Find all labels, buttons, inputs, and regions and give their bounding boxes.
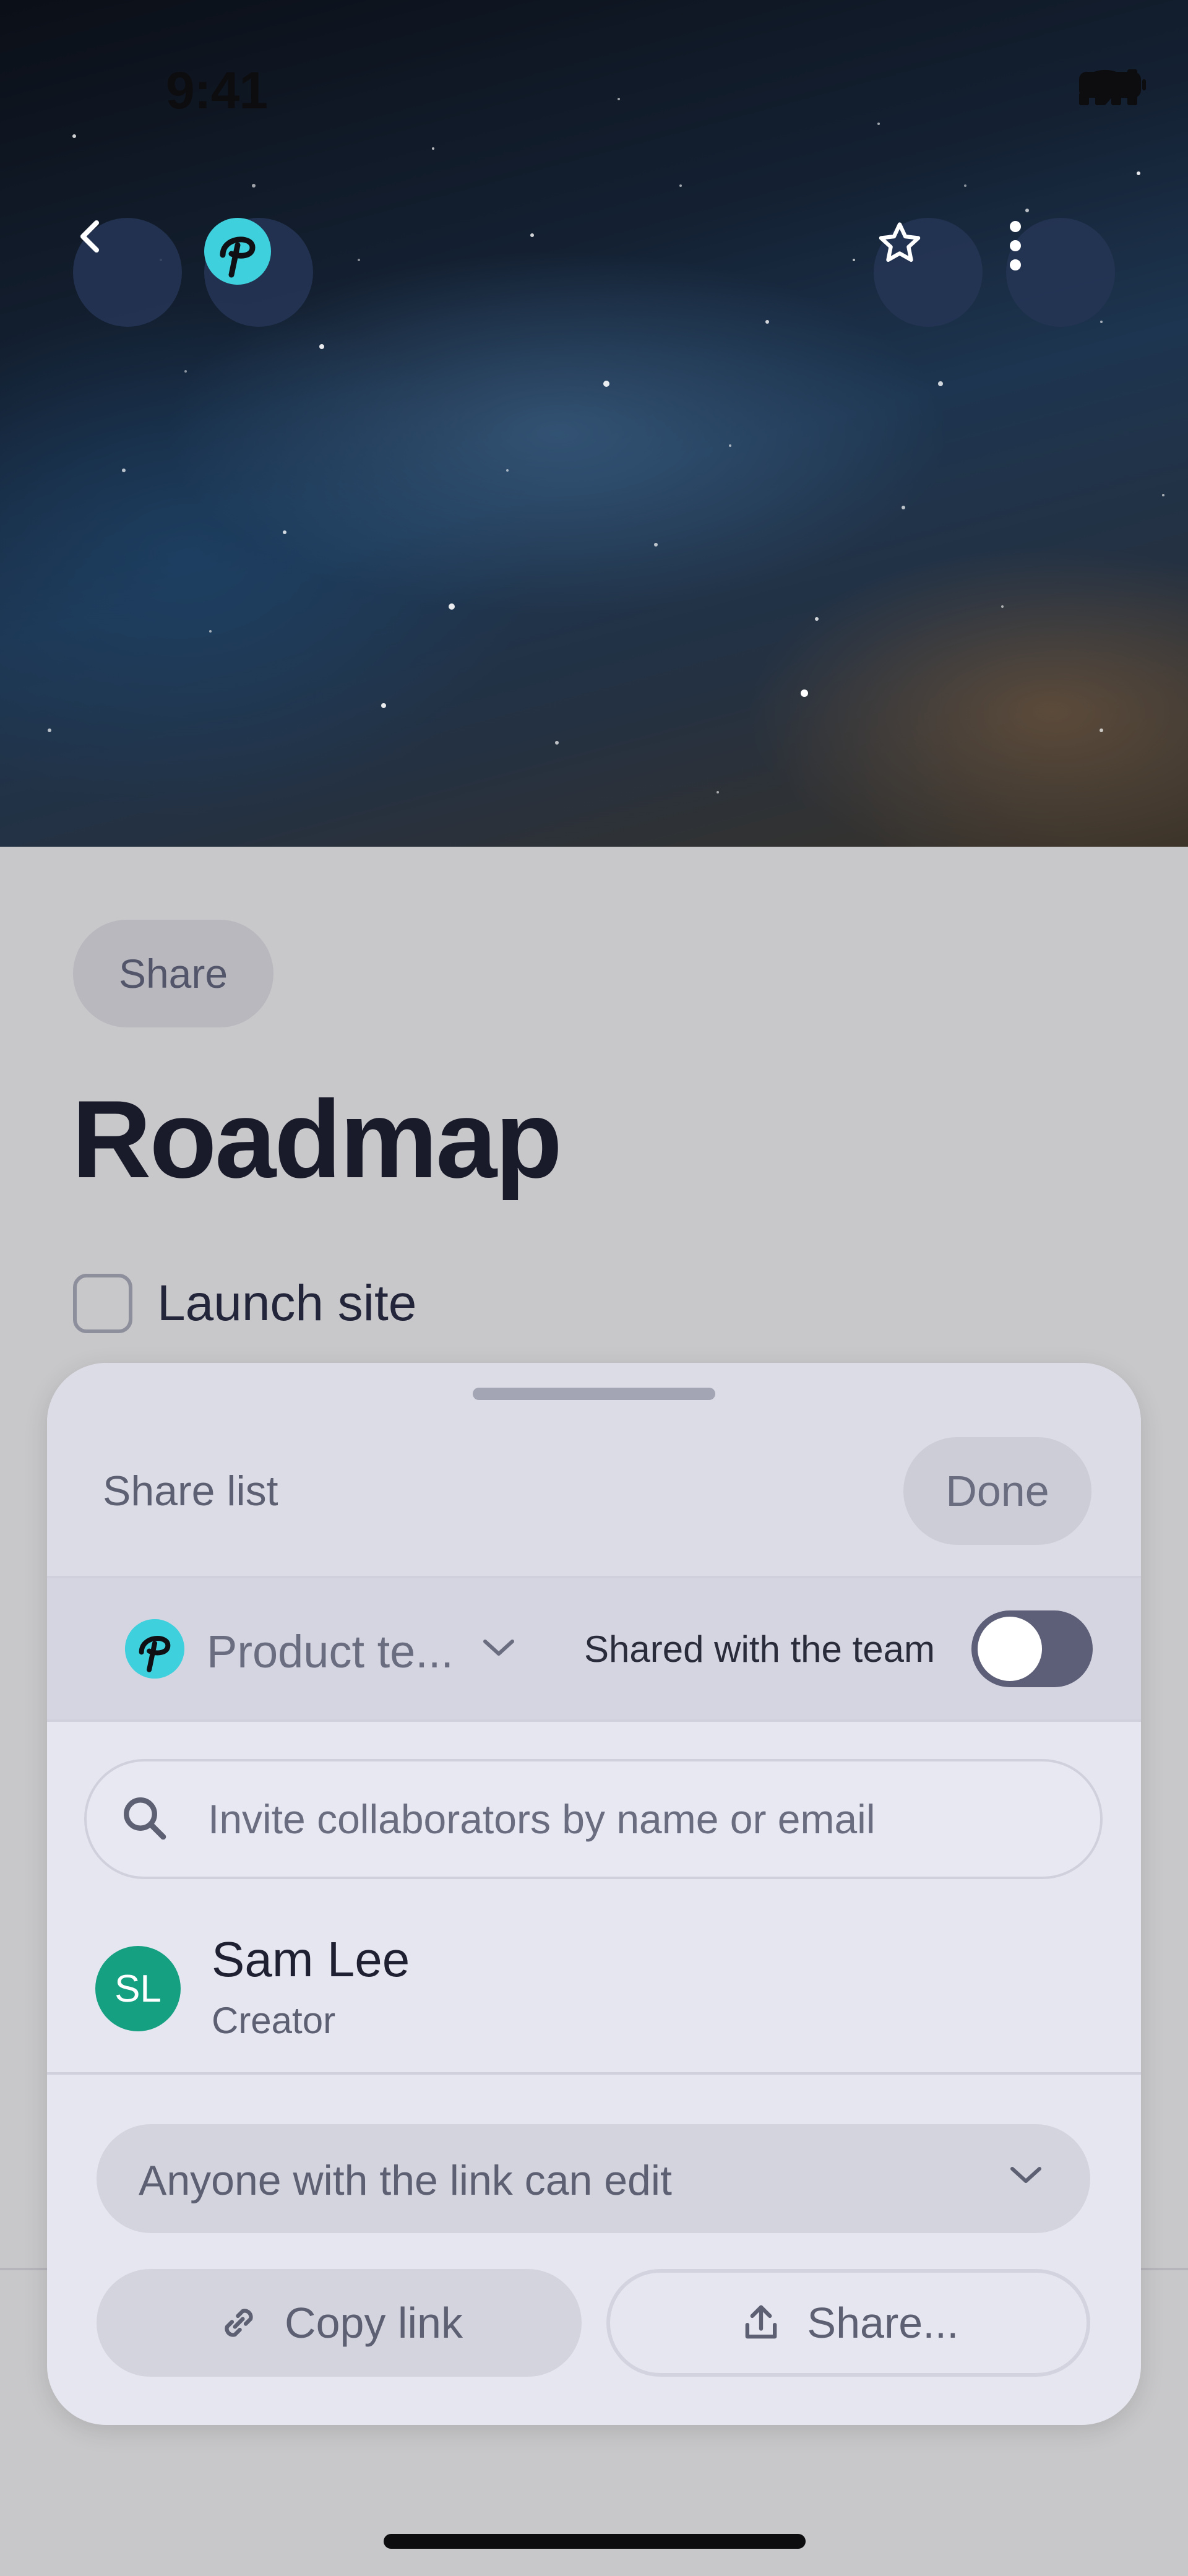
more-vertical-icon bbox=[1010, 221, 1021, 270]
chevron-down-icon bbox=[1010, 2167, 1041, 2183]
shared-with-team-label: Shared with the team bbox=[584, 1628, 935, 1670]
link-access-select[interactable]: Anyone with the link can edit bbox=[97, 2124, 1090, 2233]
copy-link-label: Copy link bbox=[285, 2299, 463, 2347]
chevron-left-icon bbox=[80, 220, 99, 253]
collaborator-name: Sam Lee bbox=[212, 1932, 410, 1987]
battery-icon bbox=[1079, 72, 1146, 98]
avatar: SL bbox=[95, 1946, 181, 2031]
status-time: 9:41 bbox=[166, 61, 268, 119]
app-logo-icon bbox=[204, 218, 271, 285]
search-icon bbox=[124, 1797, 166, 1840]
invite-search-field[interactable] bbox=[84, 1759, 1103, 1879]
share-button[interactable]: Share... bbox=[606, 2269, 1090, 2377]
toggle-knob bbox=[978, 1617, 1042, 1681]
favorite-button[interactable] bbox=[874, 218, 983, 327]
invite-search-input[interactable] bbox=[208, 1761, 1074, 1877]
team-row: Product te... Shared with the team bbox=[47, 1578, 1141, 1722]
share-label: Share... bbox=[807, 2299, 959, 2347]
shared-with-team-toggle[interactable] bbox=[971, 1610, 1093, 1687]
link-icon bbox=[225, 2309, 253, 2337]
starfield bbox=[48, 98, 1164, 793]
team-selector[interactable]: Product te... bbox=[207, 1625, 454, 1678]
collaborator-role: Creator bbox=[212, 2000, 336, 2041]
sheet-grabber[interactable] bbox=[473, 1388, 715, 1400]
task-item[interactable]: Launch site bbox=[73, 1274, 416, 1333]
more-options-button[interactable] bbox=[1006, 218, 1115, 327]
app-logo-icon bbox=[125, 1619, 184, 1679]
sheet-header: Share list Done bbox=[47, 1363, 1141, 1578]
done-button[interactable]: Done bbox=[903, 1437, 1091, 1545]
task-label: Launch site bbox=[157, 1275, 417, 1331]
sheet-title: Share list bbox=[103, 1467, 278, 1515]
cover-image: 9:41 bbox=[0, 0, 1188, 847]
share-sheet: Share list Done Product te... Shared wit… bbox=[47, 1363, 1141, 2425]
back-button[interactable] bbox=[73, 218, 182, 327]
task-checkbox[interactable] bbox=[73, 1274, 132, 1333]
sheet-divider bbox=[47, 2072, 1141, 2075]
upload-icon bbox=[746, 2305, 777, 2339]
share-chip[interactable]: Share bbox=[73, 920, 273, 1027]
home-indicator[interactable] bbox=[384, 2534, 806, 2549]
team-logo bbox=[125, 1619, 184, 1679]
page-title: Roadmap bbox=[72, 1078, 562, 1201]
copy-link-button[interactable]: Copy link bbox=[97, 2269, 582, 2377]
chevron-down-icon[interactable] bbox=[480, 1635, 517, 1660]
link-access-value: Anyone with the link can edit bbox=[139, 2157, 672, 2204]
app-logo-button[interactable] bbox=[204, 218, 313, 327]
collaborator-row[interactable]: SL Sam Lee Creator bbox=[95, 1920, 1091, 2062]
star-icon bbox=[879, 222, 921, 262]
